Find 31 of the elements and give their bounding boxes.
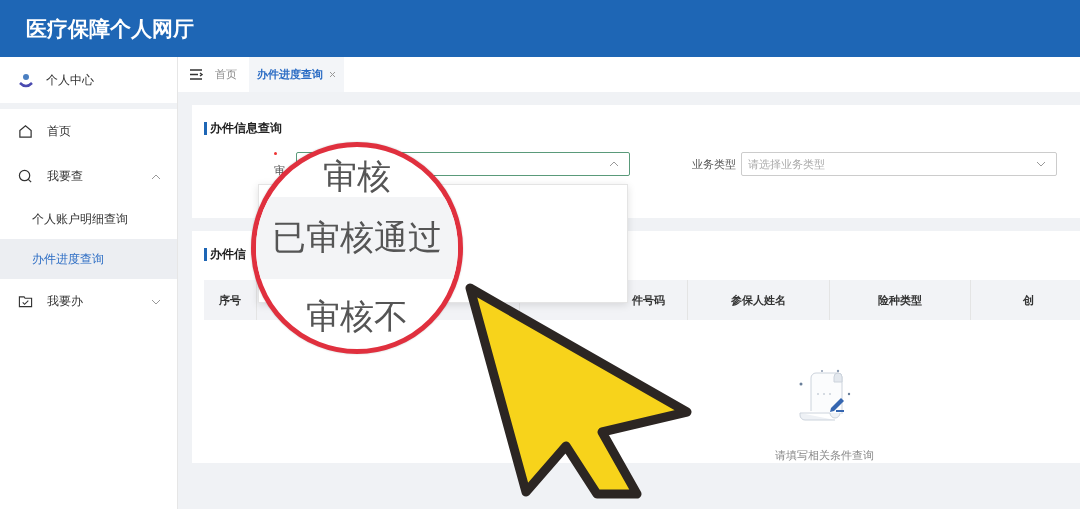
chevron-icon — [1036, 161, 1046, 167]
close-icon[interactable] — [329, 71, 336, 78]
card-title: 办件信 — [204, 248, 246, 261]
tab[interactable]: 首页 — [207, 57, 245, 92]
field-label: 审 — [274, 150, 291, 178]
column-header: 创 — [970, 280, 1080, 320]
home-icon — [18, 124, 33, 139]
user-icon — [18, 72, 34, 88]
option-text: 已审核通过 — [272, 216, 442, 259]
field-label: 业务类型 — [692, 156, 736, 172]
app-title: 医疗保障个人网厅 — [26, 15, 194, 43]
search-icon — [18, 169, 33, 184]
sidebar-subitem[interactable]: 个人账户明细查询 — [0, 199, 177, 239]
empty-document-icon — [796, 368, 852, 424]
folder-icon — [18, 294, 33, 309]
option-text: 审核不 — [306, 295, 408, 338]
card-title: 办件信息查询 — [204, 122, 282, 135]
column-header: 参保人姓名 — [687, 280, 830, 320]
chevron-icon — [151, 298, 161, 305]
tab[interactable]: 办件进度查询 — [249, 57, 344, 92]
sidebar-item[interactable]: 我要查 — [0, 154, 177, 199]
empty-message: 请填写相关条件查询 — [774, 448, 874, 463]
column-header: 序号 — [204, 280, 257, 320]
sidebar-subitem[interactable]: 办件进度查询 — [0, 239, 177, 279]
column-header: 险种类型 — [829, 280, 971, 320]
sidebar-item[interactable]: 我要办 — [0, 279, 177, 324]
sidebar-item[interactable]: 首页 — [0, 109, 177, 154]
option-text: 审核 — [323, 155, 391, 198]
menu-icon[interactable] — [190, 69, 203, 80]
chevron-icon — [609, 161, 619, 167]
chevron-icon — [151, 173, 161, 180]
